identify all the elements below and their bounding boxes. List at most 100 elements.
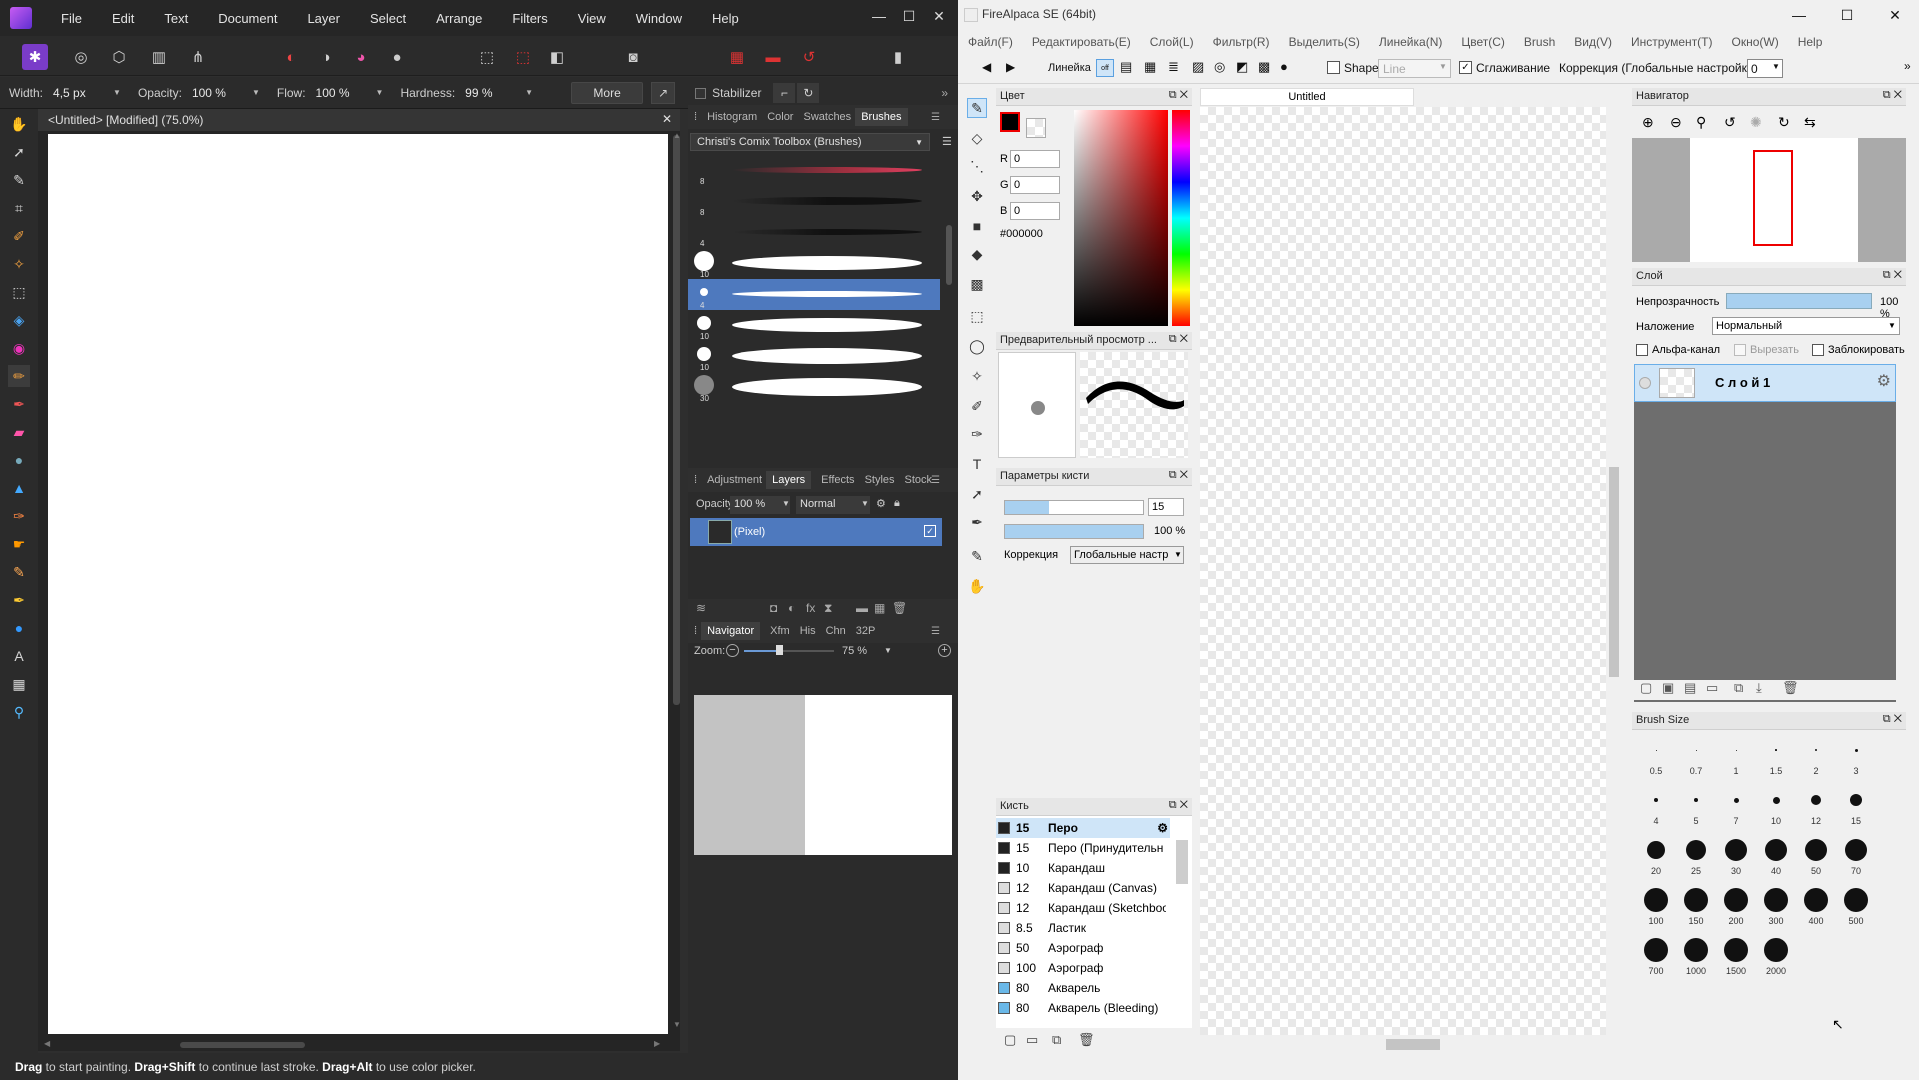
snap-grid-icon[interactable]: ▦ xyxy=(1144,59,1156,75)
persona-photo-icon[interactable]: ✱ xyxy=(22,44,48,70)
brush-list-item[interactable]: 15 Перо (Принудительн xyxy=(996,838,1170,858)
brush-list-item[interactable]: 12 Карандаш (Canvas) xyxy=(996,878,1170,898)
panel-buttons[interactable]: ⧉ ✕ xyxy=(1883,269,1902,282)
duplicate-icon[interactable]: ⧉ xyxy=(1734,680,1743,696)
text-tool-icon[interactable]: A xyxy=(8,645,30,667)
menu-item[interactable]: Слой(L) xyxy=(1150,35,1194,49)
panel-buttons[interactable]: ⧉ ✕ xyxy=(1883,89,1902,102)
panel-tab[interactable]: Adjustment xyxy=(707,474,762,486)
layer-row[interactable]: (Pixel) ✓ xyxy=(690,518,942,546)
folder-icon[interactable]: ▭ xyxy=(1706,680,1718,696)
zoom-slider-thumb[interactable] xyxy=(776,645,783,655)
brushsize-cell[interactable]: 300 xyxy=(1756,884,1796,934)
dot-tool-icon[interactable]: ⋱ xyxy=(967,156,987,176)
brushsize-cell[interactable]: 7 xyxy=(1716,784,1756,834)
brushsize-cell[interactable]: 1500 xyxy=(1716,934,1756,984)
marquee-tool-icon[interactable]: ⬚ xyxy=(8,281,30,303)
zoom-value[interactable]: 75 % xyxy=(842,645,867,657)
move-tool-icon[interactable]: ➚ xyxy=(8,141,30,163)
menu-item[interactable]: Document xyxy=(203,11,292,26)
panel-buttons[interactable]: ⧉ ✕ xyxy=(1169,799,1188,812)
navigator-preview[interactable] xyxy=(1632,138,1906,262)
panel-tab[interactable]: Layers xyxy=(766,471,812,489)
wet-edges-icon[interactable]: ↗ xyxy=(651,81,676,104)
eyedropper-icon[interactable]: ✎ xyxy=(967,546,987,566)
zoom-in-icon[interactable]: + xyxy=(938,644,951,657)
magic-wand-icon[interactable]: ✧ xyxy=(967,366,987,386)
zoom-tool-icon[interactable]: ⚲ xyxy=(8,701,30,723)
no-selection-icon[interactable]: ⬚ xyxy=(510,44,536,70)
brush-list-item[interactable]: 50 Аэрограф xyxy=(996,938,1170,958)
lock-checkbox[interactable] xyxy=(1812,344,1824,356)
brushsize-cell[interactable]: 40 xyxy=(1756,834,1796,884)
brush-options-icon[interactable]: ☰ xyxy=(942,135,952,148)
brushsize-cell[interactable]: 4 xyxy=(1636,784,1676,834)
levels-icon[interactable]: ◐ xyxy=(278,44,304,70)
lock-icon[interactable]: 🔒︎ xyxy=(894,497,900,510)
brushsize-cell[interactable]: 2 xyxy=(1796,734,1836,784)
brushsize-cell[interactable]: 2000 xyxy=(1756,934,1796,984)
overflow-icon[interactable]: » xyxy=(1904,59,1911,73)
new-brush-icon[interactable]: ▢ xyxy=(1004,1032,1016,1048)
opacity-field[interactable]: 100 % xyxy=(192,86,252,100)
menu-item[interactable]: File xyxy=(46,11,97,26)
brush-list-item[interactable]: 8.5 Ластик xyxy=(996,918,1170,938)
layer-visibility-checkbox[interactable]: ✓ xyxy=(924,525,936,537)
panel-buttons[interactable]: ⧉ ✕ xyxy=(1169,469,1188,482)
chevron-down-icon[interactable]: ▼ xyxy=(252,88,260,97)
undo-icon[interactable]: ◀ xyxy=(982,60,991,74)
hsl-icon[interactable]: ◕ xyxy=(348,44,374,70)
hue-slider[interactable] xyxy=(1172,110,1190,326)
chevron-down-icon[interactable]: ▼ xyxy=(884,646,892,655)
gear-icon[interactable]: ⚙ xyxy=(1157,821,1168,835)
grip-icon[interactable]: ⁞ xyxy=(694,625,697,637)
bucket-icon[interactable]: ◆ xyxy=(967,244,987,264)
add-pixel-layer-icon[interactable]: ▦ xyxy=(874,601,885,615)
hand-tool-icon[interactable]: ✋ xyxy=(967,576,987,596)
clip-checkbox[interactable] xyxy=(1734,344,1746,356)
trash-icon[interactable]: 🗑︎ xyxy=(892,601,907,615)
brushsize-cell[interactable]: 15 xyxy=(1836,784,1876,834)
canvas-hscroll-thumb[interactable] xyxy=(1386,1039,1440,1050)
panel-buttons[interactable]: ⧉ ✕ xyxy=(1169,333,1188,346)
brushsize-cell[interactable]: 700 xyxy=(1636,934,1676,984)
menu-item[interactable]: Edit xyxy=(97,11,149,26)
panel-tab[interactable]: Histogram xyxy=(707,111,757,123)
new-layer-icon[interactable]: ▢ xyxy=(1640,680,1652,696)
snap-lines-icon[interactable]: ≣ xyxy=(1168,59,1179,75)
more-button[interactable]: More xyxy=(571,81,644,104)
new-1bit-layer-icon[interactable]: ▤ xyxy=(1684,680,1696,696)
rotate-left-icon[interactable]: ↺ xyxy=(1724,114,1736,131)
scroll-up-icon[interactable]: ▲ xyxy=(673,131,681,140)
panel-tab[interactable]: Styles xyxy=(865,474,895,486)
new-8bit-layer-icon[interactable]: ▣ xyxy=(1662,680,1674,696)
layer-opacity-slider[interactable] xyxy=(1726,293,1872,309)
view-tool-icon[interactable]: ✋ xyxy=(8,113,30,135)
zoom-out-icon[interactable]: − xyxy=(726,644,739,657)
duplicate-icon[interactable]: ⧉ xyxy=(1052,1032,1061,1048)
brushsize-cell[interactable]: 30 xyxy=(1716,834,1756,884)
brush-list-item[interactable]: 15 Перо ⚙ xyxy=(996,818,1170,838)
mask-icon[interactable]: ◘ xyxy=(770,601,777,615)
develop-persona-icon[interactable]: ⬡ xyxy=(106,44,132,70)
menu-item[interactable]: Выделить(S) xyxy=(1289,35,1360,49)
grip-icon[interactable]: ⁞ xyxy=(694,474,697,486)
brushsize-cell[interactable]: 1.5 xyxy=(1756,734,1796,784)
panel-tab[interactable]: Swatches xyxy=(803,111,851,123)
move-tool-icon[interactable]: ✥ xyxy=(967,186,987,206)
select-rect-icon[interactable]: ⬚ xyxy=(967,306,987,326)
canvas-tab[interactable]: Untitled xyxy=(1200,88,1414,106)
menu-item[interactable]: View xyxy=(563,11,621,26)
brush-opacity-slider[interactable] xyxy=(1004,524,1144,539)
canvas-vscroll-thumb[interactable] xyxy=(1609,467,1619,677)
g-input[interactable]: 0 xyxy=(1010,176,1060,194)
zoom-fit-icon[interactable]: ⚲ xyxy=(1696,114,1706,131)
clone-tool-icon[interactable]: ▲ xyxy=(8,477,30,499)
lasso-icon[interactable]: ◯ xyxy=(967,336,987,356)
brush-item[interactable]: 10 xyxy=(688,310,940,341)
text-tool-icon[interactable]: T xyxy=(967,454,987,474)
adjustment-icon[interactable]: ◐ xyxy=(788,601,795,615)
brushsize-cell[interactable]: 1000 xyxy=(1676,934,1716,984)
select-pen-icon[interactable]: ✐ xyxy=(967,396,987,416)
stabilizer-checkbox[interactable] xyxy=(695,87,707,99)
